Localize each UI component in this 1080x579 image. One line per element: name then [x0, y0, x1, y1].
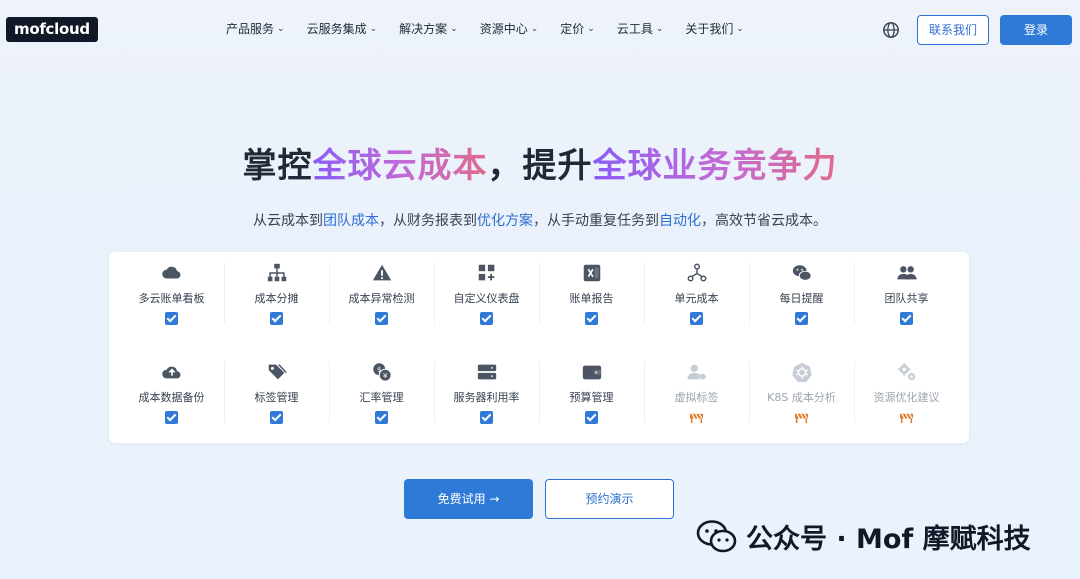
- under-construction-icon: [690, 413, 703, 424]
- user-tag-icon: [686, 364, 707, 380]
- kubernetes-icon: [791, 362, 812, 382]
- feature-cost-backup: 成本数据备份: [119, 351, 224, 431]
- menu-about[interactable]: 关于我们 ⌄: [685, 20, 744, 37]
- contact-us-button[interactable]: 联系我们: [917, 15, 989, 45]
- book-demo-button[interactable]: 预约演示: [545, 479, 674, 519]
- chevron-down-icon: ⌄: [277, 23, 285, 34]
- wechat-icon: [792, 265, 812, 281]
- feature-tag-management: 标签管理: [224, 351, 329, 431]
- chevron-down-icon: ⌄: [450, 23, 458, 34]
- login-button[interactable]: 登录: [1000, 15, 1072, 45]
- server-icon: [477, 364, 496, 380]
- feature-anomaly-detection: 成本异常检测: [329, 252, 434, 332]
- checkbox-checked: [480, 411, 493, 424]
- menu-resources[interactable]: 资源中心 ⌄: [480, 20, 539, 37]
- checkbox-checked: [795, 312, 808, 325]
- sitemap-icon: [267, 263, 286, 282]
- checkbox-checked: [585, 312, 598, 325]
- menu-pricing[interactable]: 定价 ⌄: [560, 20, 595, 37]
- checkbox-checked: [375, 312, 388, 325]
- svg-text:$: $: [376, 365, 381, 374]
- free-trial-button[interactable]: 免费试用 →: [404, 479, 533, 519]
- feature-exchange-rate: $ ¥ 汇率管理: [329, 351, 434, 431]
- checkbox-checked: [690, 312, 703, 325]
- checkbox-checked: [900, 312, 913, 325]
- warning-icon: [372, 264, 391, 281]
- menu-integrations[interactable]: 云服务集成 ⌄: [307, 20, 378, 37]
- nodes-icon: [687, 263, 706, 282]
- feature-custom-dashboard: 自定义仪表盘: [434, 252, 539, 332]
- feature-multicloud-dashboard: 多云账单看板: [119, 252, 224, 332]
- feature-budget-management: 预算管理: [539, 351, 644, 431]
- chevron-down-icon: ⌄: [369, 23, 378, 34]
- coins-icon: $¥: [372, 363, 392, 382]
- checkbox-checked: [165, 411, 178, 424]
- users-icon: [896, 266, 917, 280]
- globe-icon[interactable]: [882, 21, 900, 39]
- chevron-down-icon: ⌄: [530, 23, 539, 34]
- svg-text:¥: ¥: [382, 371, 387, 380]
- tags-icon: [268, 364, 287, 380]
- checkbox-checked: [165, 312, 178, 325]
- checkbox-checked: [375, 411, 388, 424]
- hero-subtitle: 从云成本到团队成本，从财务报表到优化方案，从手动重复任务到自动化，高效节省云成本…: [253, 213, 827, 229]
- logo[interactable]: mofcloud: [6, 17, 98, 42]
- watermark: 公众号 · Mof 摩赋科技: [696, 516, 1031, 556]
- menu-products[interactable]: 产品服务 ⌄: [226, 20, 285, 37]
- gears-icon: [897, 362, 915, 381]
- checkbox-checked: [480, 312, 493, 325]
- feature-server-utilization: 服务器利用率: [434, 351, 539, 431]
- chevron-down-icon: ⌄: [587, 23, 595, 34]
- top-nav: mofcloud 产品服务 ⌄ 云服务集成 ⌄ 解决方案 ⌄ 资源中心 ⌄ 定价 ⌄ 云工…: [0, 0, 1080, 60]
- feature-bill-report: 账单报告: [539, 252, 644, 332]
- dashboard-add-icon: [478, 264, 494, 281]
- feature-k8s-cost: K8S 成本分析: [749, 351, 854, 431]
- main-menu: 产品服务 ⌄ 云服务集成 ⌄ 解决方案 ⌄ 资源中心 ⌄ 定价 ⌄ 云工具 ⌄ 关于我们 ⌄: [226, 20, 766, 37]
- feature-daily-reminder: 每日提醒: [749, 252, 854, 332]
- excel-icon: [583, 264, 600, 282]
- menu-solutions[interactable]: 解决方案 ⌄: [399, 20, 458, 37]
- feature-cost-allocation: 成本分摊: [224, 252, 329, 332]
- cloud-upload-icon: [161, 366, 180, 379]
- checkbox-checked: [270, 312, 283, 325]
- checkbox-checked: [270, 411, 283, 424]
- wallet-icon: [582, 365, 601, 380]
- feature-unit-cost: 单元成本: [644, 252, 749, 332]
- feature-virtual-tag: 虚拟标签: [644, 351, 749, 431]
- wechat-logo-icon: [696, 520, 737, 553]
- feature-resource-optimization: 资源优化建议: [854, 351, 959, 431]
- feature-grid: 多云账单看板 成本分摊 成本异常检测 自定义仪表盘 账单报告 单元成本 每日提醒…: [109, 252, 969, 443]
- feature-team-sharing: 团队共享: [854, 252, 959, 332]
- cloud-icon: [161, 266, 180, 279]
- menu-tools[interactable]: 云工具 ⌄: [617, 20, 664, 37]
- under-construction-icon: [795, 413, 808, 424]
- under-construction-icon: [900, 413, 913, 424]
- chevron-down-icon: ⌄: [655, 23, 664, 34]
- chevron-down-icon: ⌄: [736, 23, 744, 34]
- checkbox-checked: [585, 411, 598, 424]
- hero-title: 掌控全球云成本，提升全球业务竞争力: [242, 146, 838, 186]
